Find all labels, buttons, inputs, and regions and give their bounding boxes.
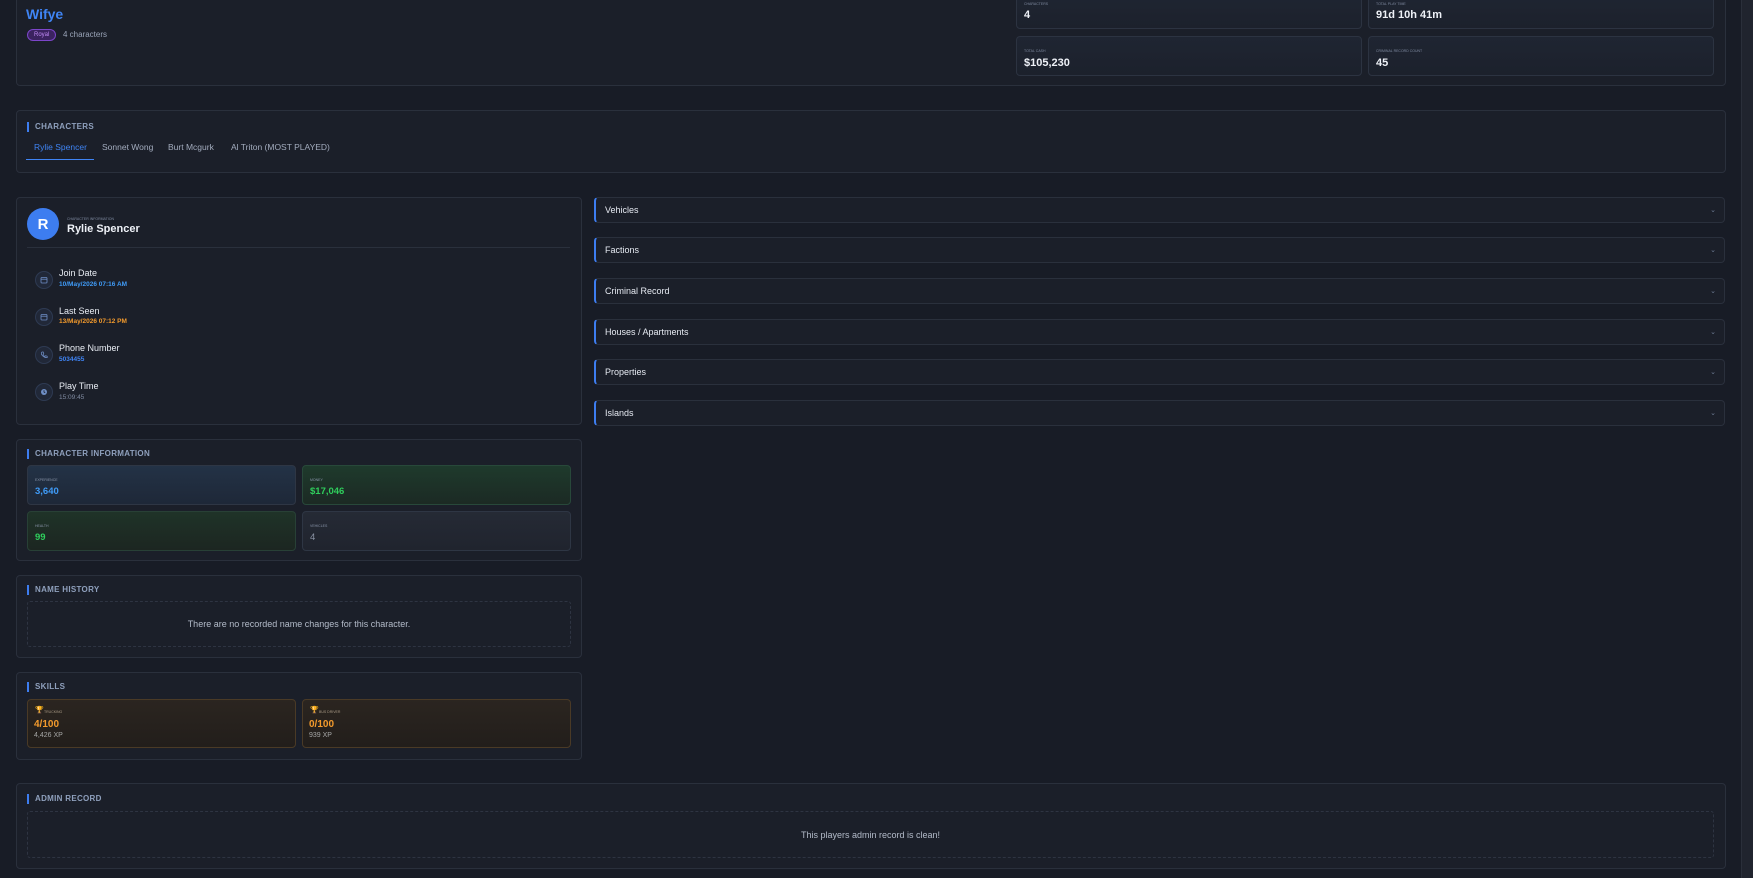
play-time-label: Play Time [59,381,99,391]
join-date-value: 10/May/2026 07:16 AM [59,281,128,288]
stat-label: Criminal Record Count [1376,49,1423,53]
clock-icon [35,383,53,401]
stat-card-criminal-record-count: Criminal Record Count 45 [1368,36,1714,76]
character-information-title: Character Information [27,449,150,459]
accordion-factions[interactable]: Factions ⌄ [594,237,1725,263]
accordion-label: Properties [605,367,647,377]
chevron-down-icon: ⌄ [1710,329,1716,336]
chevron-down-icon: ⌄ [1710,207,1716,214]
stat-label: Total Play Time [1376,2,1406,6]
experience-value: 3,640 [35,486,59,497]
stat-value: 91d 10h 41m [1376,9,1443,21]
name-history-empty: There are no recorded name changes for t… [27,601,571,647]
stat-label: Total Cash [1024,49,1046,53]
accordion-label: Houses / Apartments [605,327,689,337]
skill-label: Bus Driver [319,710,341,714]
skill-label: Trucking [44,710,63,714]
experience-label: Experience [35,478,58,482]
chevron-down-icon: ⌄ [1710,410,1716,417]
character-count: 4 characters [63,30,108,39]
chevron-down-icon: ⌄ [1710,247,1716,254]
vehicles-card: Vehicles 4 [302,511,571,551]
health-card: Health 99 [27,511,296,551]
health-label: Health [35,524,49,528]
character-name: Rylie Spencer [67,223,140,235]
stat-value: 4 [1024,9,1031,21]
characters-title: Characters [27,122,94,132]
accordion-properties[interactable]: Properties ⌄ [594,359,1725,385]
calendar-icon [35,308,53,326]
profile-divider [27,247,570,248]
admin-record-empty: This players admin record is clean! [27,811,1714,858]
skill-card-bus-driver: 🏆 Bus Driver 0/100 939 XP [302,699,571,748]
money-value: $17,046 [310,486,345,497]
active-tab-indicator [26,159,94,160]
chevron-down-icon: ⌄ [1710,288,1716,295]
name-history-title: Name History [27,585,100,595]
stat-card-total-play-time: Total Play Time 91d 10h 41m [1368,0,1714,29]
avatar: R [27,208,59,240]
accordion-label: Islands [605,408,634,418]
play-time-value: 15:09:45 [59,394,85,401]
skill-value: 4/100 [34,719,60,730]
join-date-label: Join Date [59,268,98,278]
stat-value: 45 [1376,57,1389,69]
phone-number-label: Phone Number [59,343,120,353]
accordion-label: Criminal Record [605,286,670,296]
tab-al-triton[interactable]: Al Triton (MOST PLAYED) [231,142,330,152]
rank-badge: Royal [27,29,57,41]
stat-card-total-cash: Total Cash $105,230 [1016,36,1362,76]
trophy-icon: 🏆 [35,707,44,714]
health-value: 99 [35,532,46,543]
skill-card-trucking: 🏆 Trucking 4/100 4,426 XP [27,699,296,748]
trophy-icon: 🏆 [310,707,319,714]
stat-card-characters: Characters 4 [1016,0,1362,29]
money-label: Money [310,478,323,482]
skills-title: Skills [27,682,65,692]
admin-record-title: Admin Record [27,794,102,804]
vehicles-label: Vehicles [310,524,328,528]
stat-value: $105,230 [1024,57,1070,69]
accordion-vehicles[interactable]: Vehicles ⌄ [594,197,1725,223]
accordion-criminal-record[interactable]: Criminal Record ⌄ [594,278,1725,304]
accordion-label: Vehicles [605,205,639,215]
chevron-down-icon: ⌄ [1710,369,1716,376]
accordion-islands[interactable]: Islands ⌄ [594,400,1725,426]
accordion-houses-apartments[interactable]: Houses / Apartments ⌄ [594,319,1725,345]
tab-rylie-spencer[interactable]: Rylie Spencer [34,142,87,152]
calendar-icon [35,271,53,289]
money-card: Money $17,046 [302,465,571,505]
skill-value: 0/100 [309,719,335,730]
page-scrollbar[interactable] [1741,0,1753,878]
experience-card: Experience 3,640 [27,465,296,505]
last-seen-label: Last Seen [59,306,100,316]
phone-icon [35,346,53,364]
skill-xp: 939 XP [309,732,332,739]
accordion-label: Factions [605,245,640,255]
profile-label: Character Information [67,217,114,221]
tab-sonnet-wong[interactable]: Sonnet Wong [102,142,153,152]
player-name: Wifye [26,6,64,22]
vehicles-value: 4 [310,532,316,543]
tab-burt-mcgurk[interactable]: Burt Mcgurk [168,142,214,152]
skill-xp: 4,426 XP [34,732,63,739]
stat-label: Characters [1024,2,1049,6]
last-seen-value: 13/May/2026 07:12 PM [59,318,127,325]
phone-number-value: 5034455 [59,356,85,363]
